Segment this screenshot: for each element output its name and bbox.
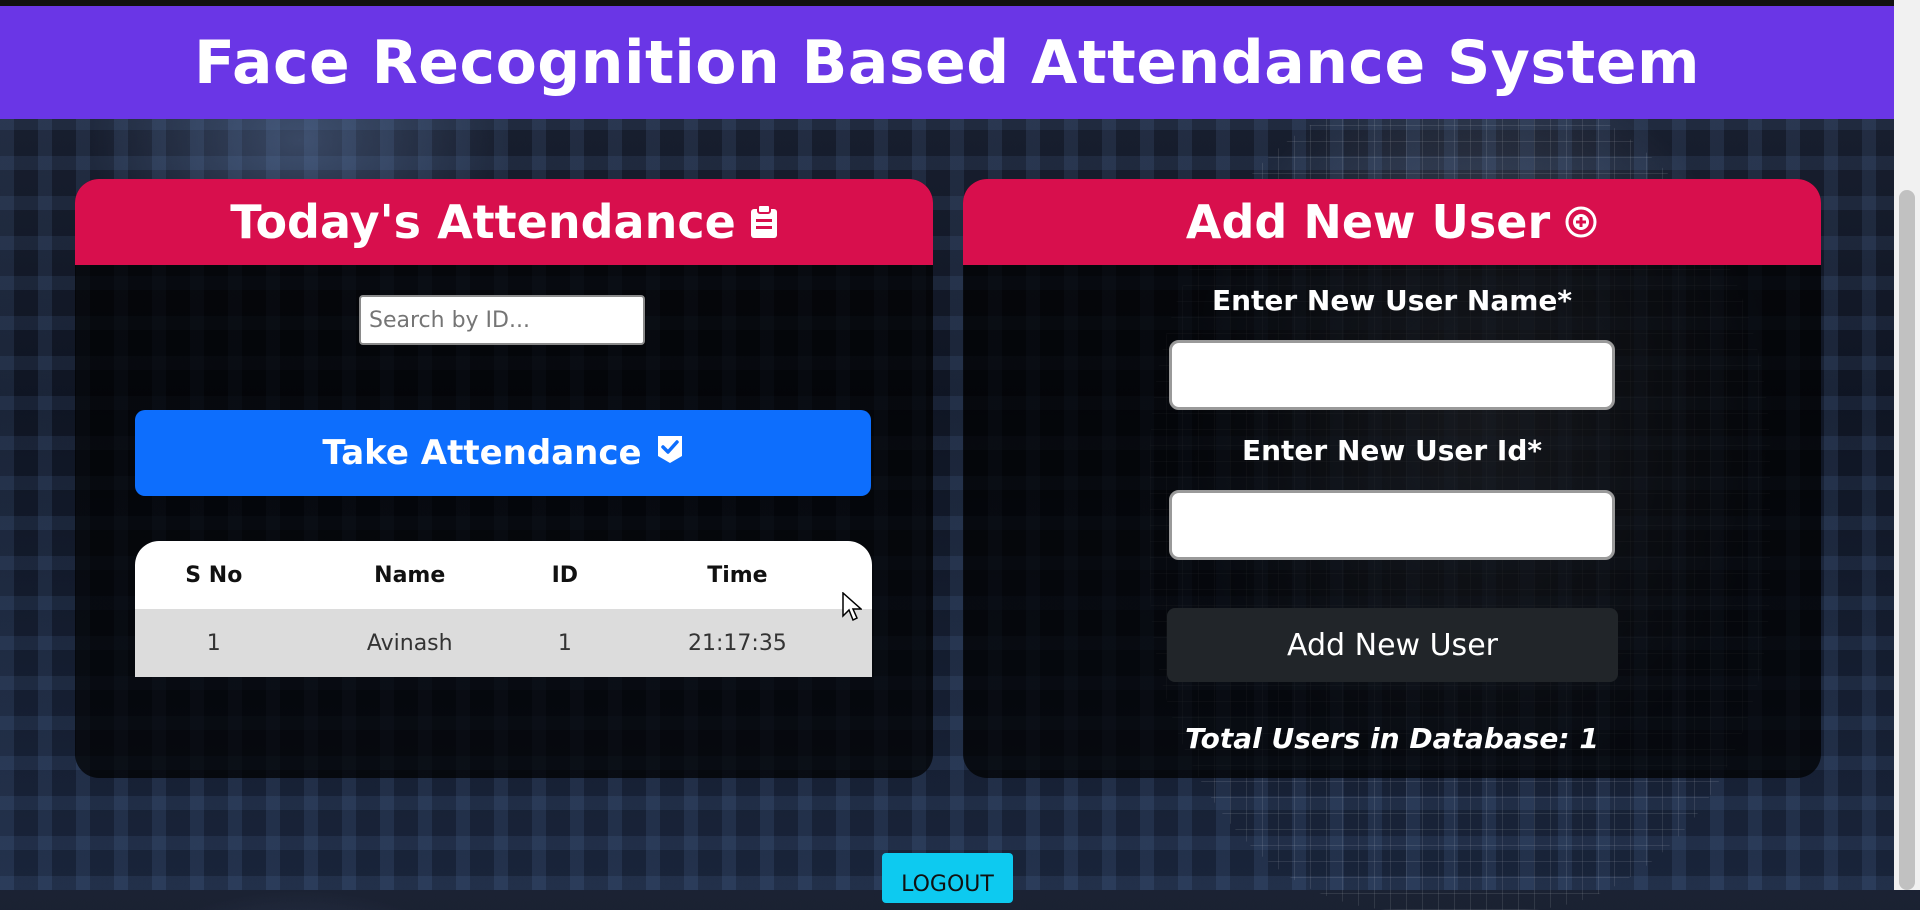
clipboard-icon xyxy=(750,205,778,239)
scrollbar-thumb[interactable] xyxy=(1899,190,1915,890)
attendance-table: S No Name ID Time 1 Avinash 1 21:17:35 xyxy=(135,541,872,677)
add-user-panel: Add New User Enter New User Name* Enter … xyxy=(963,179,1821,778)
plus-circle-icon xyxy=(1564,205,1598,239)
column-header-sno[interactable]: S No xyxy=(135,541,293,609)
add-user-title: Add New User xyxy=(1185,195,1551,249)
check-square-icon xyxy=(656,433,684,473)
page-header: Face Recognition Based Attendance System xyxy=(0,6,1894,119)
cell-id: 1 xyxy=(526,609,603,677)
attendance-panel: Today's Attendance Take Attendance S No … xyxy=(75,179,933,778)
take-attendance-label: Take Attendance xyxy=(322,433,642,473)
user-id-label: Enter New User Id* xyxy=(1241,434,1543,467)
mouse-cursor-icon xyxy=(842,592,862,622)
column-header-id[interactable]: ID xyxy=(526,541,603,609)
user-name-input[interactable] xyxy=(1169,340,1615,410)
attendance-panel-header: Today's Attendance xyxy=(75,179,933,265)
column-header-name[interactable]: Name xyxy=(292,541,527,609)
table-row: 1 Avinash 1 21:17:35 xyxy=(135,609,872,677)
search-input[interactable] xyxy=(359,295,645,345)
user-id-input[interactable] xyxy=(1169,490,1615,560)
attendance-title: Today's Attendance xyxy=(230,195,736,249)
add-user-panel-header: Add New User xyxy=(963,179,1821,265)
add-new-user-button[interactable]: Add New User xyxy=(1167,608,1618,682)
cell-sno: 1 xyxy=(135,609,293,677)
total-users-text: Total Users in Database: 1 xyxy=(1185,722,1599,755)
column-header-time[interactable]: Time xyxy=(602,541,872,609)
page-title: Face Recognition Based Attendance System xyxy=(194,27,1700,98)
user-name-label: Enter New User Name* xyxy=(1211,284,1573,317)
logout-button[interactable]: LOGOUT xyxy=(882,853,1013,903)
table-header-row: S No Name ID Time xyxy=(135,541,872,609)
take-attendance-button[interactable]: Take Attendance xyxy=(135,410,871,496)
cell-time: 21:17:35 xyxy=(602,609,872,677)
cell-name: Avinash xyxy=(292,609,527,677)
